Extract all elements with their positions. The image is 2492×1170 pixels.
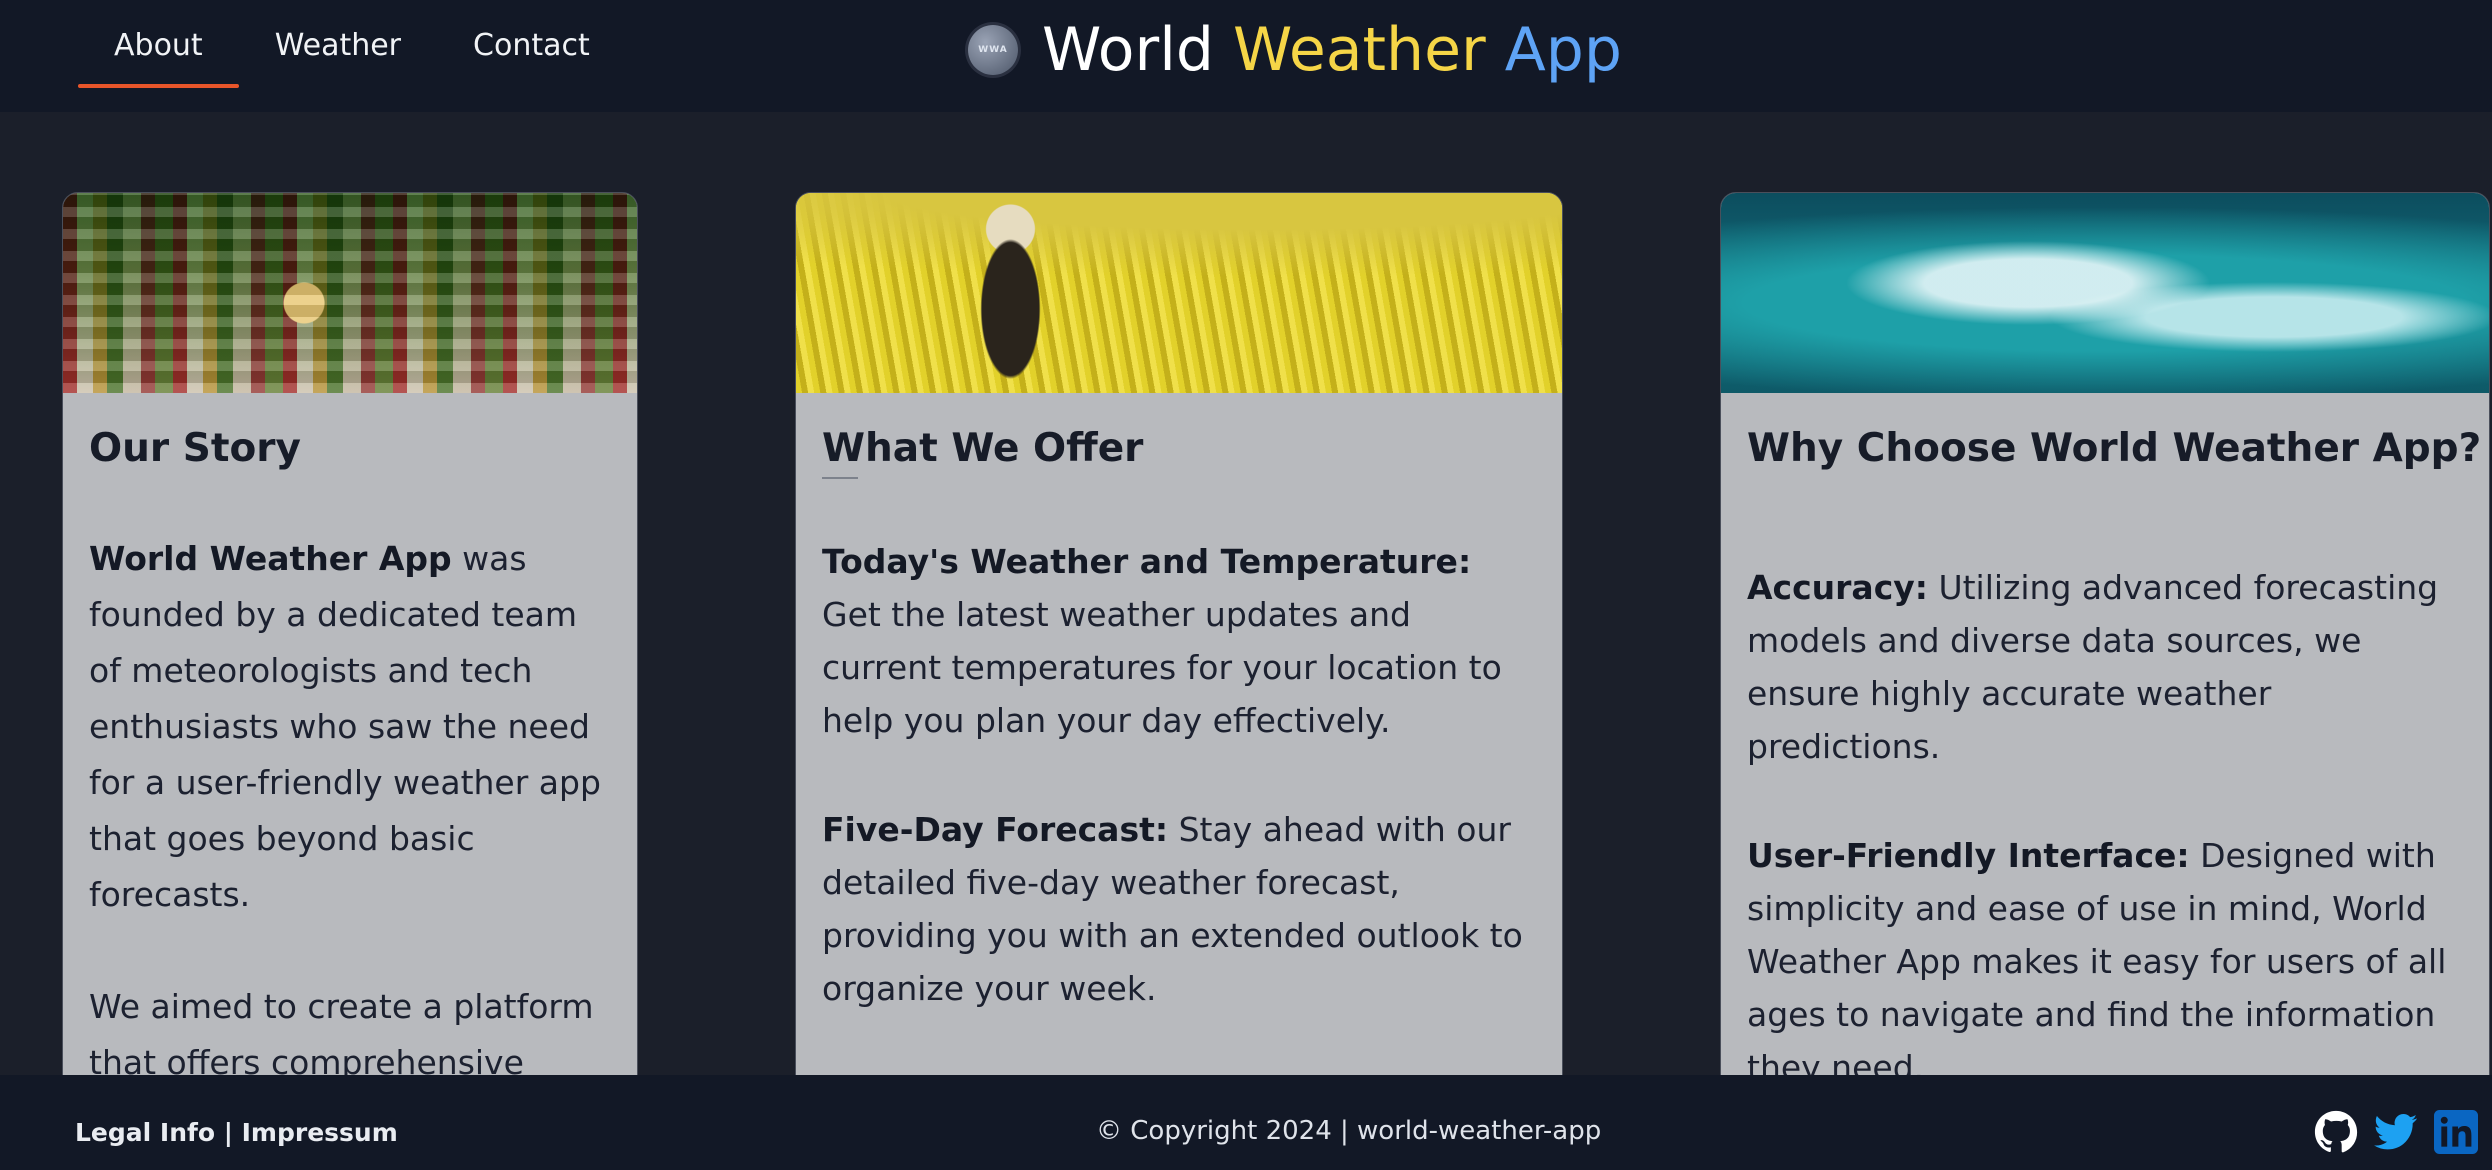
brand-title: World Weather App [1042, 14, 1622, 86]
nav-item-contact[interactable]: Contact [437, 0, 626, 90]
ocean-wave-image [1721, 193, 2489, 393]
paragraph-text: was founded by a dedicated team of meteo… [89, 539, 601, 914]
card-paragraph: Accuracy: Utilizing advanced forecasting… [1747, 561, 2463, 773]
legal-info-link[interactable]: Legal Info [75, 1118, 215, 1147]
card-paragraph: We aimed to create a platform that offer… [89, 979, 611, 1078]
linkedin-icon[interactable] [2434, 1110, 2478, 1154]
legal-links: Legal Info | Impressum [75, 1118, 398, 1147]
paragraph-bold: Five-Day Forecast: [822, 810, 1169, 849]
card-paragraph: World Weather App was founded by a dedic… [89, 531, 611, 923]
paragraph-bold: Today's Weather and Temperature: [822, 542, 1472, 581]
social-links [2314, 1110, 2478, 1154]
card-paragraph: Today's Weather and Temperature: Get the… [822, 535, 1536, 747]
main-nav: About Weather Contact [78, 0, 626, 90]
legal-separator: | [215, 1118, 242, 1147]
paragraph-text: Get the latest weather updates and curre… [822, 595, 1502, 740]
github-icon[interactable] [2314, 1110, 2358, 1154]
nav-item-weather[interactable]: Weather [239, 0, 437, 90]
colorful-hillside-town-image [63, 193, 637, 393]
card-why-choose: Why Choose World Weather App? Accuracy: … [1720, 192, 2490, 1078]
brand-title-weather: Weather [1233, 15, 1486, 85]
brand-logo-icon: WWA [968, 25, 1018, 75]
card-title: Why Choose World Weather App? [1747, 426, 2482, 471]
card-paragraph: User-Friendly Interface: Designed with s… [1747, 829, 2463, 1077]
paragraph-bold: World Weather App [89, 539, 452, 578]
brand-title-app: App [1504, 15, 1622, 85]
card-paragraph: Five-Day Forecast: Stay ahead with our d… [822, 803, 1536, 1015]
paragraph-text: We aimed to create a platform that offer… [89, 987, 594, 1078]
twitter-icon[interactable] [2374, 1110, 2418, 1154]
title-divider [822, 477, 858, 479]
card-our-story: Our Story World Weather App was founded … [62, 192, 638, 1078]
yellow-flower-field-image [796, 193, 1562, 393]
card-title: Our Story [89, 426, 301, 471]
brand[interactable]: WWA World Weather App [968, 14, 1622, 86]
nav-item-about[interactable]: About [78, 0, 239, 90]
paragraph-bold: Accuracy: [1747, 568, 1928, 607]
header-bar: About Weather Contact WWA World Weather … [0, 0, 2492, 112]
paragraph-bold: User-Friendly Interface: [1747, 836, 2190, 875]
copyright-text: © Copyright 2024 | world-weather-app [1096, 1116, 1602, 1146]
brand-logo-text: WWA [978, 45, 1008, 55]
card-what-we-offer: What We Offer Today's Weather and Temper… [795, 192, 1563, 1078]
card-title: What We Offer [822, 426, 1144, 471]
brand-title-world: World [1042, 15, 1214, 85]
impressum-link[interactable]: Impressum [242, 1118, 398, 1147]
